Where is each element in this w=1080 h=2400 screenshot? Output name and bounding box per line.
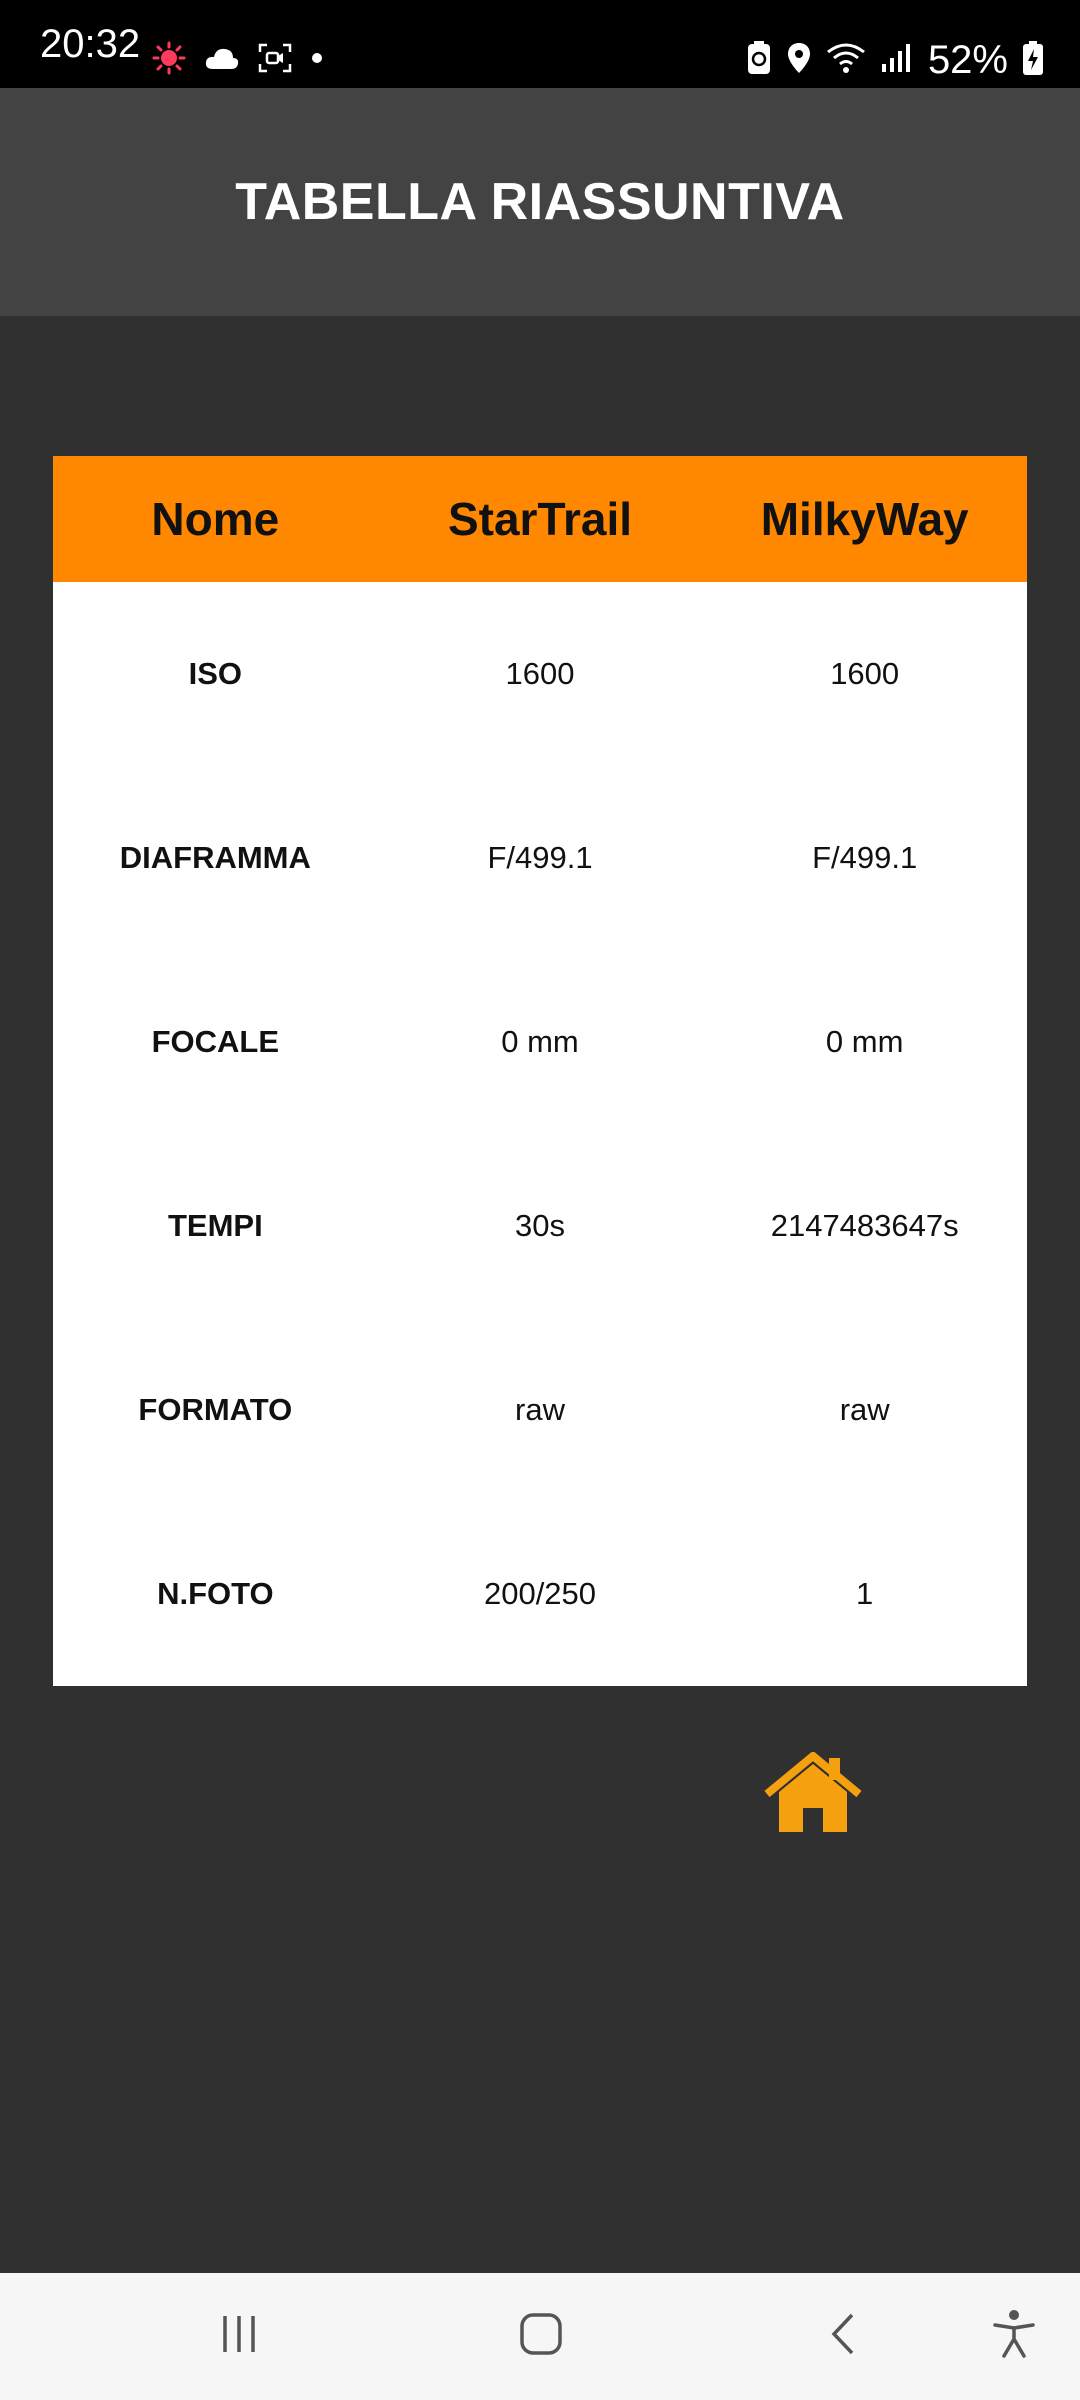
table-row-diaframma: DIAFRAMMA F/499.1 F/499.1: [53, 766, 1027, 950]
weather-sun-icon: [152, 41, 186, 80]
column-header-startrail: StarTrail: [447, 493, 633, 545]
startrail-value: 1600: [505, 656, 575, 691]
status-bar: 20:32 52%: [0, 0, 1080, 88]
home-icon: [763, 1750, 863, 1840]
accessibility-icon: [992, 2309, 1036, 2364]
status-time: 20:32: [40, 22, 141, 66]
startrail-value: 200/250: [483, 1576, 597, 1611]
status-right-icons: 52%: [746, 38, 1044, 82]
milkyway-value: 0 mm: [825, 1024, 904, 1059]
wifi-icon: [826, 42, 866, 79]
row-label: N.FOTO: [157, 1576, 274, 1611]
milkyway-value: 1: [856, 1576, 874, 1611]
startrail-value: 30s: [515, 1208, 565, 1243]
row-label: TEMPI: [167, 1208, 263, 1243]
row-label: FORMATO: [138, 1392, 293, 1427]
startrail-value: raw: [515, 1392, 565, 1427]
table-row-iso: ISO 1600 1600: [53, 582, 1027, 766]
home-button[interactable]: [763, 1750, 863, 1836]
signal-icon: [880, 42, 910, 79]
table-header: Nome StarTrail MilkyWay: [53, 456, 1027, 582]
table-row-tempi: TEMPI 30s 2147483647s: [53, 1134, 1027, 1318]
page-title: TABELLA RIASSUNTIVA: [235, 173, 845, 231]
startrail-value: F/499.1: [487, 840, 593, 875]
battery-icon: [1022, 40, 1044, 81]
row-label: ISO: [188, 656, 243, 691]
milkyway-value: 2147483647s: [770, 1208, 959, 1243]
status-left-icons: [152, 40, 324, 80]
notification-dot-icon: [310, 51, 324, 70]
screen-record-icon: [258, 43, 292, 78]
battery-saver-icon: [746, 40, 772, 81]
back-icon: [828, 2312, 858, 2361]
battery-percent: 52%: [927, 38, 1008, 82]
milkyway-value: F/499.1: [812, 840, 918, 875]
milkyway-value: 1600: [830, 656, 900, 691]
row-label: DIAFRAMMA: [119, 840, 311, 875]
milkyway-value: raw: [839, 1392, 890, 1427]
home-nav-button[interactable]: [481, 2273, 601, 2400]
table-row-formato: FORMATO raw raw: [53, 1318, 1027, 1502]
table-row-focale: FOCALE 0 mm 0 mm: [53, 950, 1027, 1134]
table-row-nfoto: N.FOTO 200/250 1: [53, 1502, 1027, 1686]
app-header: TABELLA RIASSUNTIVA: [0, 88, 1080, 316]
row-label: FOCALE: [151, 1024, 280, 1059]
column-header-nome: Nome: [151, 493, 280, 545]
back-button[interactable]: [783, 2273, 903, 2400]
summary-table: Nome StarTrail MilkyWay ISO 1600 1600 DI…: [53, 456, 1027, 1686]
location-icon: [786, 41, 812, 80]
recent-apps-icon: [219, 2314, 259, 2359]
startrail-value: 0 mm: [501, 1024, 579, 1059]
system-nav-bar: [0, 2273, 1080, 2400]
accessibility-button[interactable]: [954, 2273, 1074, 2400]
cloud-icon: [204, 45, 240, 76]
recent-apps-button[interactable]: [179, 2273, 299, 2400]
home-nav-icon: [519, 2312, 563, 2361]
column-header-milkyway: MilkyWay: [760, 493, 969, 545]
